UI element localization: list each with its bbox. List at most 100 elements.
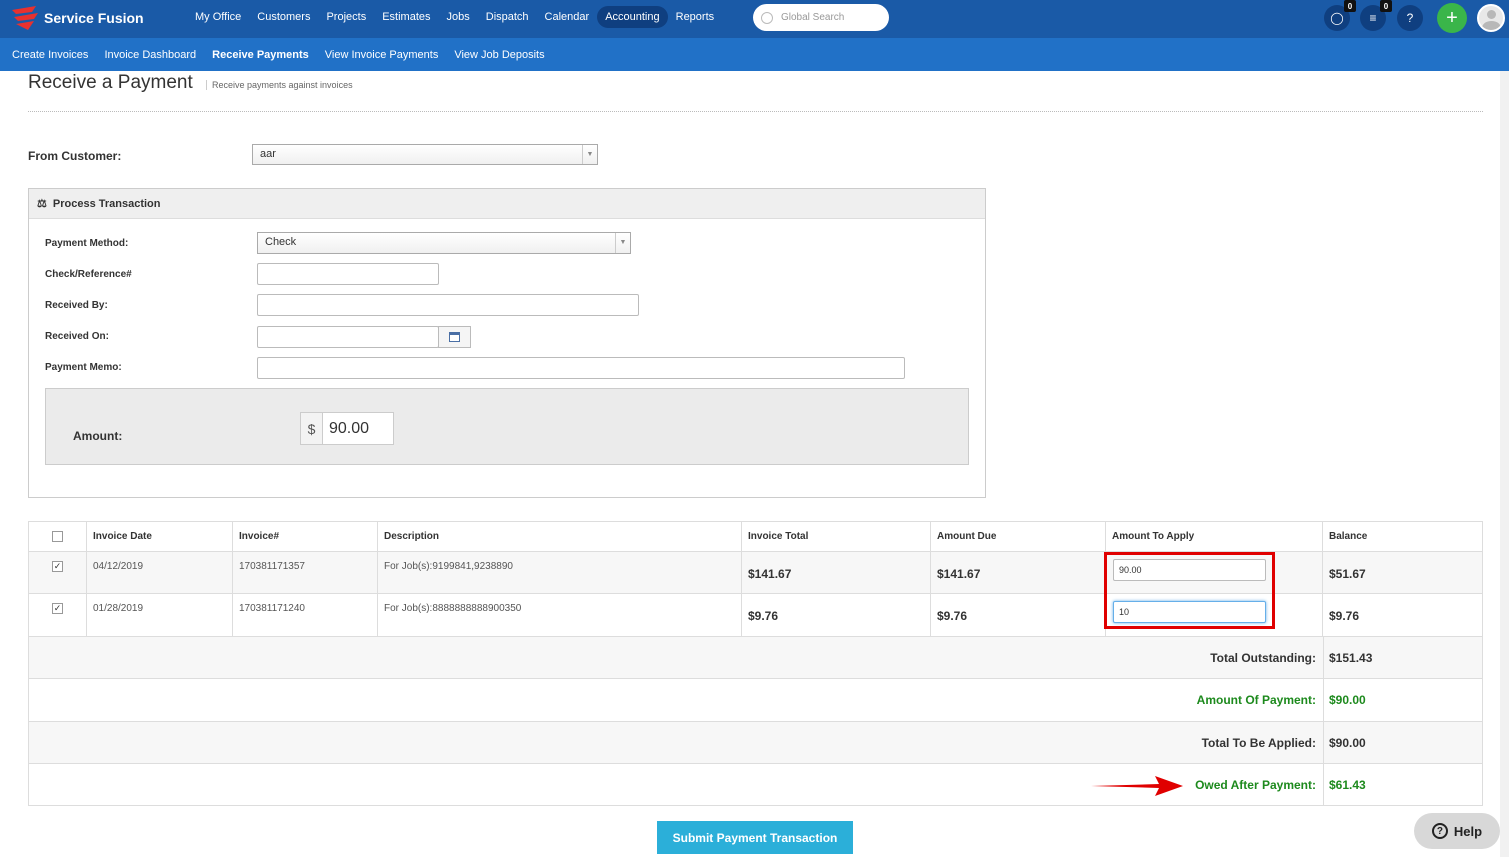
col-description[interactable]: Description (378, 522, 742, 551)
list-icon: ≡ (1369, 11, 1377, 25)
page-subtitle: Receive payments against invoices (206, 80, 353, 90)
submit-payment-button[interactable]: Submit Payment Transaction (657, 821, 853, 854)
subnav-create-invoices[interactable]: Create Invoices (4, 49, 96, 61)
service-fusion-logo[interactable]: Service Fusion (8, 4, 144, 32)
select-all-checkbox[interactable] (52, 531, 63, 542)
nav-reports[interactable]: Reports (668, 6, 723, 28)
main-nav: My Office Customers Projects Estimates J… (187, 6, 722, 28)
check-reference-input[interactable] (257, 263, 439, 285)
top-navbar: Service Fusion My Office Customers Proje… (0, 0, 1509, 38)
total-outstanding-value: $151.43 (1329, 651, 1373, 665)
balance: $51.67 (1329, 567, 1366, 581)
invoice-description: For Job(s):9199841,9238890 (378, 552, 742, 593)
from-customer-label: From Customer: (28, 149, 122, 163)
page-scrollbar[interactable] (1500, 71, 1509, 857)
question-circle-icon: ? (1431, 823, 1448, 839)
panel-title: Process Transaction (52, 197, 161, 210)
nav-calendar[interactable]: Calendar (537, 6, 598, 28)
col-balance[interactable]: Balance (1323, 522, 1482, 551)
received-by-input[interactable] (257, 294, 639, 316)
help-button[interactable]: ? Help (1414, 813, 1500, 849)
subnav-view-invoice-payments[interactable]: View Invoice Payments (317, 49, 447, 61)
invoice-date: 01/28/2019 (87, 594, 233, 636)
subnav-receive-payments[interactable]: Receive Payments (204, 49, 317, 61)
brand-name: Service Fusion (44, 10, 144, 26)
total-outstanding-label: Total Outstanding: (1210, 651, 1316, 665)
balance: $9.76 (1329, 609, 1360, 623)
nav-customers[interactable]: Customers (249, 6, 318, 28)
col-invoice-number[interactable]: Invoice# (233, 522, 378, 551)
chevron-down-icon: ▼ (582, 145, 597, 164)
amount-section (45, 388, 969, 465)
amount-field[interactable]: $ 90.00 (300, 412, 394, 445)
total-to-be-applied-value: $90.00 (1329, 736, 1366, 750)
amount-of-payment-label: Amount Of Payment: (1196, 693, 1316, 707)
user-avatar[interactable] (1477, 4, 1505, 32)
coins-icon: ⚖ (37, 198, 47, 210)
summary-divider (1323, 679, 1324, 721)
subnav-invoice-dashboard[interactable]: Invoice Dashboard (96, 49, 204, 61)
nav-my-office[interactable]: My Office (187, 6, 249, 28)
row-checkbox[interactable]: ✓ (52, 561, 63, 572)
calendar-icon (449, 332, 460, 342)
invoice-date: 04/12/2019 (87, 552, 233, 593)
payment-memo-input[interactable] (257, 357, 905, 379)
row-checkbox[interactable]: ✓ (52, 603, 63, 614)
search-icon (761, 11, 773, 24)
col-invoice-total[interactable]: Invoice Total (742, 522, 931, 551)
payment-method-select[interactable]: Check ▼ (257, 232, 631, 254)
amount-of-payment-value: $90.00 (1329, 693, 1366, 707)
nav-dispatch[interactable]: Dispatch (478, 6, 537, 28)
chat-button[interactable]: ◯ 0 (1324, 0, 1356, 31)
subnav-view-job-deposits[interactable]: View Job Deposits (446, 49, 552, 61)
invoice-number[interactable]: 170381171240 (233, 594, 378, 636)
received-on-input[interactable] (257, 326, 439, 348)
summary-divider (1323, 722, 1324, 763)
owed-after-payment-label: Owed After Payment: (1195, 778, 1316, 792)
global-search-input[interactable] (781, 12, 881, 23)
tasks-badge: 0 (1380, 0, 1392, 12)
col-amount-due[interactable]: Amount Due (931, 522, 1106, 551)
amount-due: $9.76 (931, 594, 1106, 636)
amount-to-apply-highlight (1104, 552, 1275, 629)
tasks-button[interactable]: ≡ 0 (1360, 0, 1392, 31)
global-search[interactable] (753, 4, 889, 31)
owed-after-payment-value: $61.43 (1329, 778, 1366, 792)
nav-accounting[interactable]: Accounting (597, 6, 668, 28)
summary-divider (1323, 637, 1324, 678)
nav-estimates[interactable]: Estimates (374, 6, 438, 28)
currency-addon: $ (301, 413, 323, 444)
select-all-cell (29, 522, 87, 551)
invoice-total: $9.76 (742, 594, 931, 636)
nav-jobs[interactable]: Jobs (439, 6, 478, 28)
help-label: Help (1453, 823, 1483, 839)
payment-memo-label: Payment Memo: (45, 362, 122, 373)
amount-label: Amount: (73, 429, 123, 443)
payment-method-label: Payment Method: (45, 238, 129, 249)
check-reference-label: Check/Reference# (45, 269, 132, 280)
chat-badge: 0 (1344, 0, 1356, 12)
amount-value[interactable]: 90.00 (323, 413, 369, 444)
customer-select[interactable]: aar ▼ (252, 144, 598, 165)
row-select-cell: ✓ (29, 594, 87, 636)
plus-icon: + (1446, 6, 1458, 29)
help-menu-button[interactable]: ? (1397, 5, 1423, 31)
col-amount-to-apply[interactable]: Amount To Apply (1106, 522, 1323, 551)
accounting-subnav: Create Invoices Invoice Dashboard Receiv… (0, 38, 1509, 71)
red-arrow-annotation (1091, 776, 1183, 796)
chat-bubble-icon: ◯ (1330, 11, 1344, 25)
invoice-description: For Job(s):8888888888900350 (378, 594, 742, 636)
page-title: Receive a Payment (28, 72, 193, 93)
table-header-row: Invoice Date Invoice# Description Invoic… (29, 522, 1482, 552)
invoice-total: $141.67 (742, 552, 931, 593)
row-select-cell: ✓ (29, 552, 87, 593)
nav-projects[interactable]: Projects (318, 6, 374, 28)
chevron-down-icon: ▼ (615, 233, 630, 253)
col-invoice-date[interactable]: Invoice Date (87, 522, 233, 551)
add-new-button[interactable]: + (1437, 3, 1467, 33)
header-divider (28, 111, 1483, 112)
amount-due: $141.67 (931, 552, 1106, 593)
invoice-number[interactable]: 170381171357 (233, 552, 378, 593)
question-icon: ? (1406, 11, 1414, 25)
date-picker-button[interactable] (438, 326, 471, 348)
